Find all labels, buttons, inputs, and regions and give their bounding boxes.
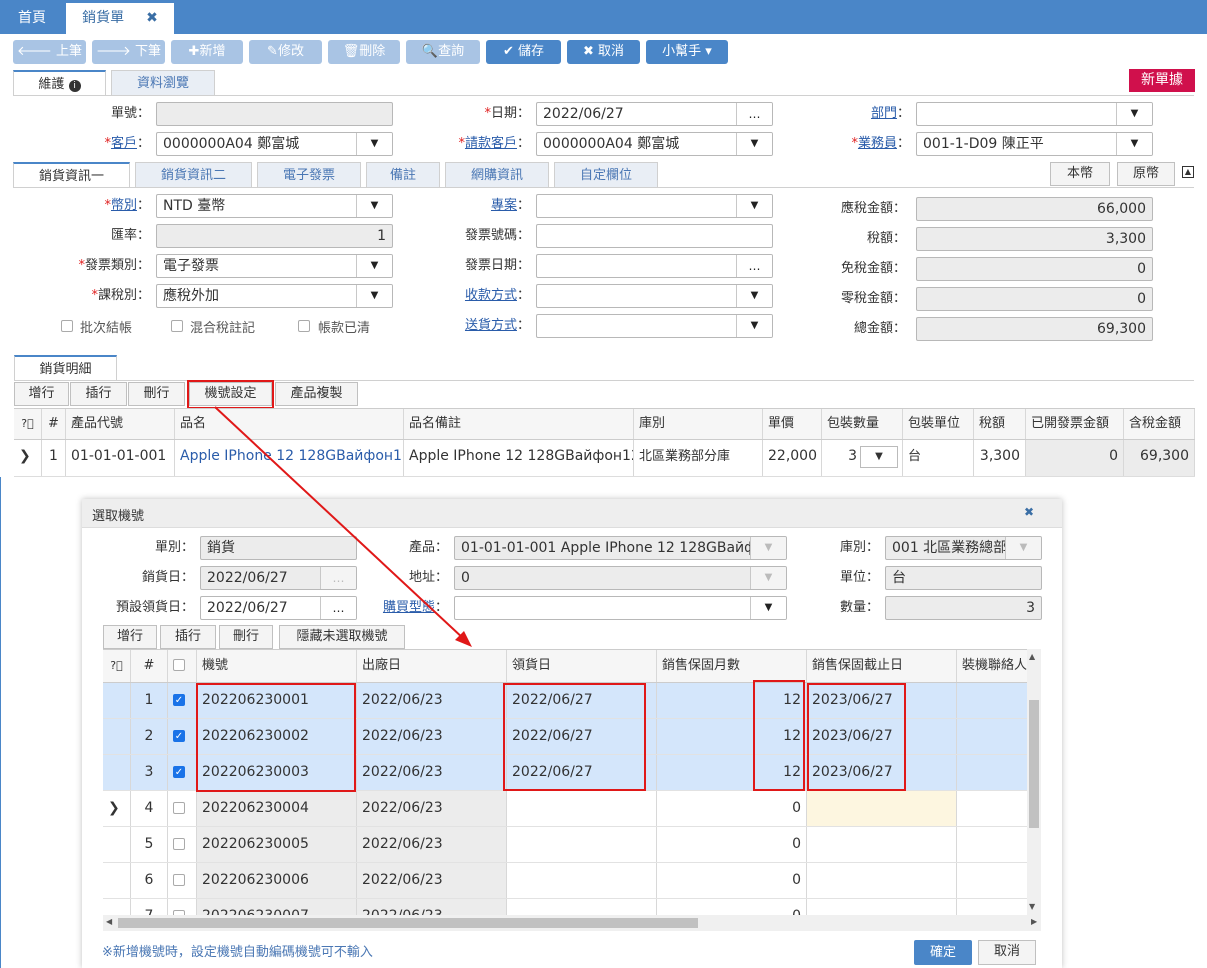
dialog-note: ※新增機號時，設定機號自動編碼機號可不輸入 [102, 945, 373, 960]
confirm-button[interactable]: 確定 [914, 940, 972, 965]
dialog-cancel-button[interactable]: 取消 [978, 940, 1036, 965]
annotation-arrow [214, 406, 472, 647]
